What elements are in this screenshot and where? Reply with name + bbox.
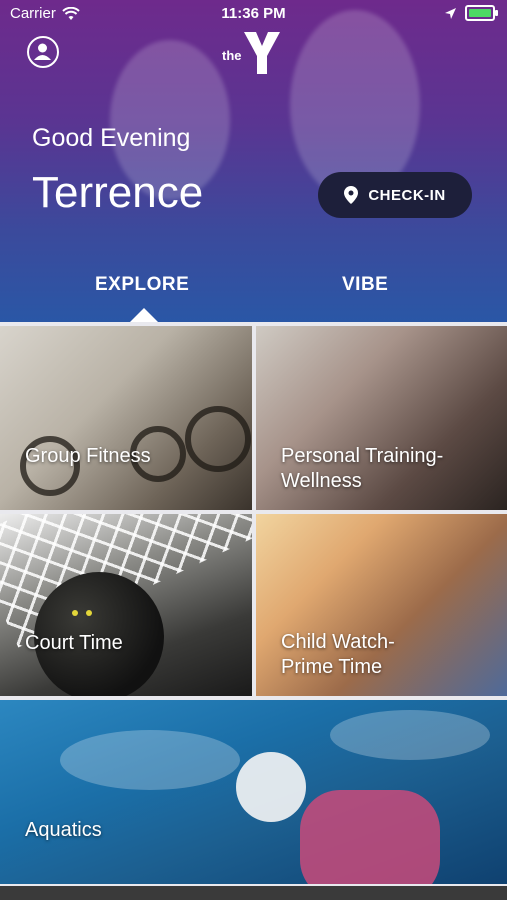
tile-label: Aquatics [25,819,102,841]
tile-personal-training[interactable]: Personal Training- Wellness [256,326,507,510]
tile-label: Personal Training- Wellness [281,445,444,492]
swimmer-cap [236,752,306,822]
ymca-logo: the [222,28,284,78]
hero-header: Carrier 11:36 PM the Good Evening Terren… [0,0,507,322]
user-icon [34,43,51,60]
status-time: 11:36 PM [221,5,286,22]
water-splash [330,710,490,760]
greeting-text: Good Evening [32,124,191,152]
check-in-button[interactable]: CHECK-IN [318,172,472,218]
swimmer-figure [300,790,440,884]
selected-tab-indicator [130,308,158,322]
bike-wheel [185,406,251,472]
tile-aquatics[interactable]: Aquatics [0,700,507,884]
check-in-label: CHECK-IN [368,186,446,204]
tile-court-time[interactable]: Court Time [0,514,252,696]
tile-label: Child Watch- Prime Time [281,631,395,678]
profile-button[interactable] [27,36,59,68]
status-bar: Carrier 11:36 PM [0,0,507,28]
tile-label: Group Fitness [25,445,151,467]
location-pin-icon [344,186,359,204]
tab-vibe[interactable]: VIBE [342,274,388,296]
location-arrow-icon [445,7,456,19]
tab-bar: EXPLORE VIBE [0,270,507,322]
user-name: Terrence [32,168,204,217]
y-logo-icon [244,32,280,74]
water-splash [60,730,240,790]
logo-text: the [222,48,242,63]
tile-group-fitness[interactable]: Group Fitness [0,326,252,510]
tile-child-watch[interactable]: Child Watch- Prime Time [256,514,507,696]
battery-icon [465,5,498,21]
bottom-bar [0,886,507,900]
tab-explore[interactable]: EXPLORE [95,274,189,296]
tile-label: Court Time [25,632,123,654]
